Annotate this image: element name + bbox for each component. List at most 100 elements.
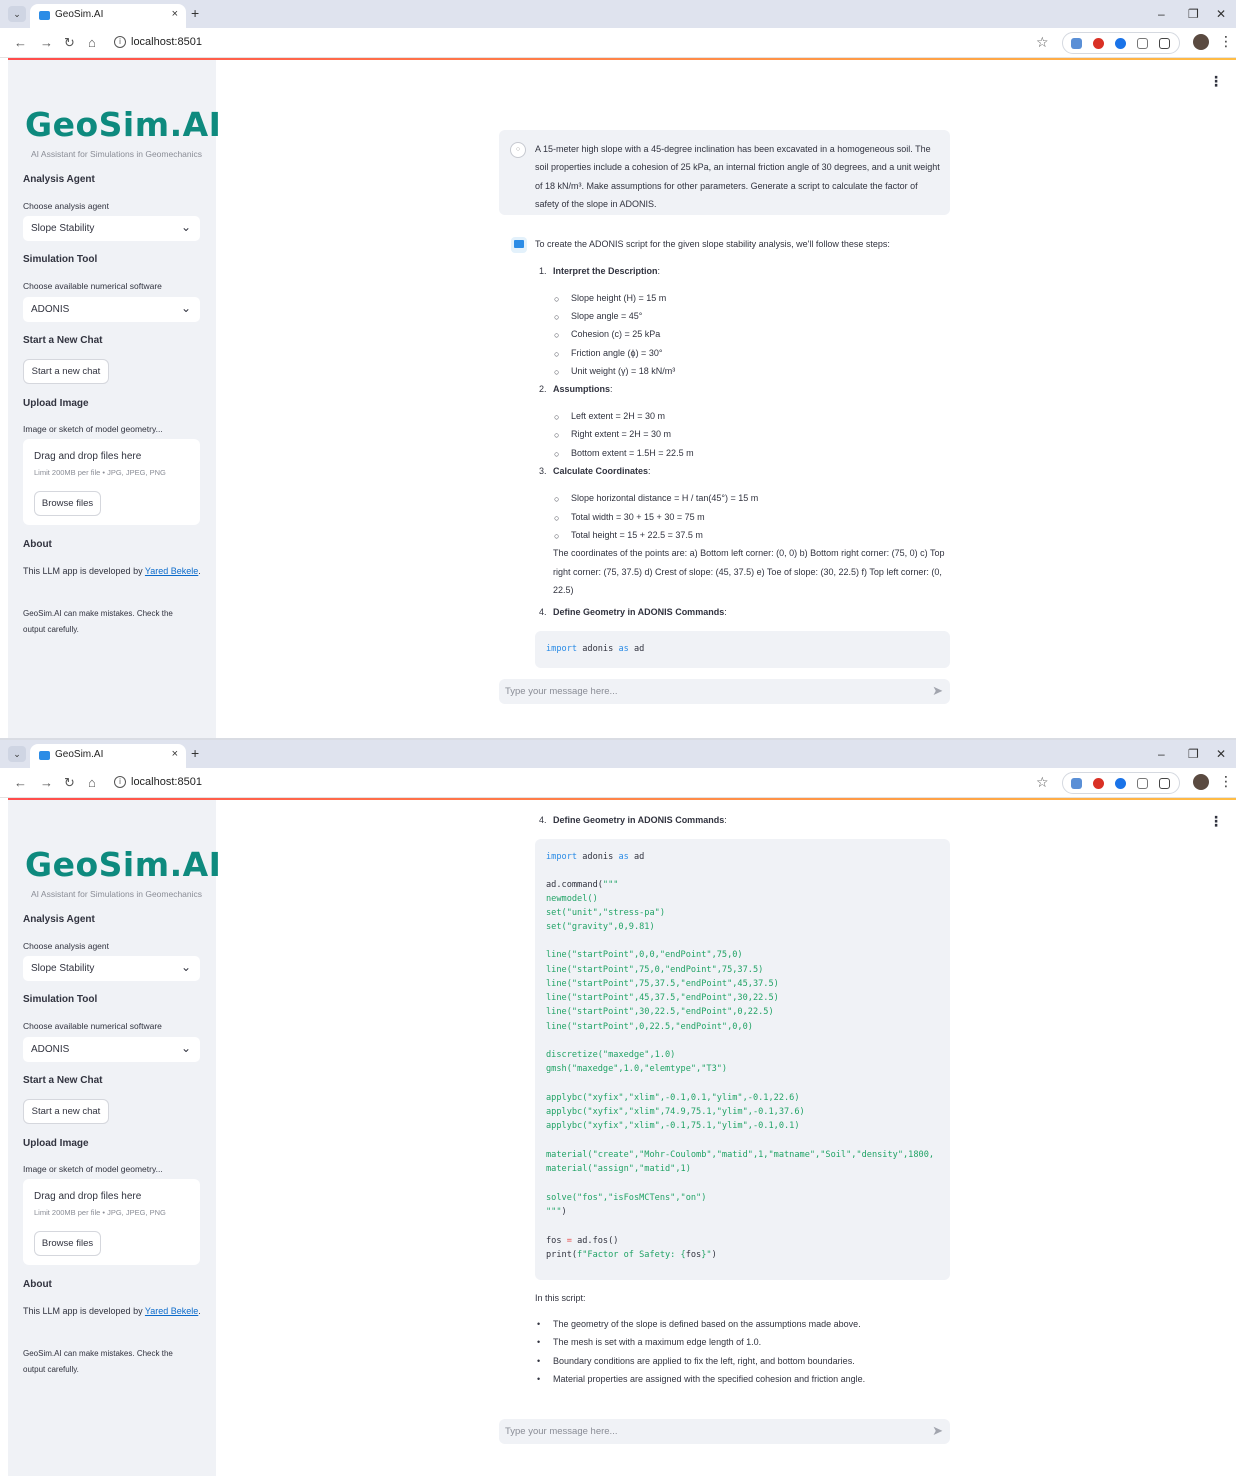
notes-extension-icon[interactable] <box>1137 38 1148 49</box>
simulation-tool-value: ADONIS <box>31 304 70 315</box>
back-icon[interactable]: ← <box>14 35 27 50</box>
chat-input[interactable]: Type your message here... ➤ <box>499 1419 950 1444</box>
bookmark-star-icon[interactable]: ☆ <box>1036 774 1049 791</box>
bookmark-star-icon[interactable]: ☆ <box>1036 34 1049 51</box>
author-link[interactable]: Yared Bekele <box>145 566 198 576</box>
tab-search-button[interactable]: ⌄ <box>8 746 26 762</box>
sidebar: GeoSim.AI AI Assistant for Simulations i… <box>8 800 221 1476</box>
shield-extension-icon[interactable] <box>1115 778 1126 789</box>
close-window-icon[interactable]: ✕ <box>1216 747 1226 761</box>
app-logo: GeoSim.AI <box>25 845 222 884</box>
new-tab-button[interactable]: + <box>191 746 199 760</box>
simulation-tool-select[interactable]: ADONIS ⌄ <box>23 1037 200 1062</box>
opera-extension-icon[interactable] <box>1093 778 1104 789</box>
forward-icon[interactable]: → <box>40 775 53 790</box>
upload-image-label: Image or sketch of model geometry... <box>23 1164 163 1174</box>
profile-avatar[interactable] <box>1193 34 1209 50</box>
browser-menu-icon[interactable]: ⋮ <box>1219 33 1233 50</box>
puzzle-extension-icon[interactable] <box>1159 778 1170 789</box>
translate-extension-icon[interactable] <box>1071 38 1082 49</box>
step-number: 3. <box>539 466 547 476</box>
upload-image-heading: Upload Image <box>23 398 89 409</box>
site-info-icon[interactable]: i <box>114 776 126 788</box>
browse-files-button[interactable]: Browse files <box>34 1231 101 1256</box>
bullet-icon: ○ <box>554 513 560 523</box>
analysis-agent-select[interactable]: Slope Stability ⌄ <box>23 216 200 241</box>
new-tab-button[interactable]: + <box>191 6 199 20</box>
list-item: Material properties are assigned with th… <box>553 1374 866 1384</box>
reload-icon[interactable]: ↻ <box>64 35 75 51</box>
code-line: ad.command(""" <box>546 880 619 890</box>
home-icon[interactable]: ⌂ <box>88 775 96 790</box>
code-block[interactable]: import adonis as ad ad.command(""" newmo… <box>535 839 950 1280</box>
close-tab-icon[interactable]: × <box>172 8 178 20</box>
code-line: line("startPoint",75,37.5,"endPoint",45,… <box>546 979 779 989</box>
browser-tab[interactable]: GeoSim.AI × <box>30 744 186 768</box>
shield-extension-icon[interactable] <box>1115 38 1126 49</box>
app-subtitle: AI Assistant for Simulations in Geomecha… <box>31 149 203 159</box>
about-text: This LLM app is developed by Yared Bekel… <box>23 1306 201 1316</box>
app-favicon-icon <box>39 751 50 760</box>
new-chat-heading: Start a New Chat <box>23 335 103 346</box>
restore-icon[interactable]: ❐ <box>1188 7 1199 21</box>
home-icon[interactable]: ⌂ <box>88 35 96 50</box>
reload-icon[interactable]: ↻ <box>64 775 75 791</box>
tab-strip: ⌄ GeoSim.AI × + – ❐ ✕ <box>0 740 1236 768</box>
step-number: 1. <box>539 266 547 276</box>
address-bar[interactable]: localhost:8501 <box>131 776 202 788</box>
code-block[interactable]: import adonis as ad <box>535 631 950 668</box>
analysis-agent-select[interactable]: Slope Stability ⌄ <box>23 956 200 981</box>
code-line: applybc("xyfix","xlim",-0.1,0.1,"ylim",-… <box>546 1093 800 1103</box>
sidebar: GeoSim.AI AI Assistant for Simulations i… <box>8 60 221 738</box>
simulation-tool-heading: Simulation Tool <box>23 994 98 1005</box>
bullet-icon: ○ <box>554 330 560 340</box>
close-window-icon[interactable]: ✕ <box>1216 7 1226 21</box>
chat-input-placeholder: Type your message here... <box>505 1426 618 1437</box>
start-new-chat-button[interactable]: Start a new chat <box>23 359 109 384</box>
puzzle-extension-icon[interactable] <box>1159 38 1170 49</box>
opera-extension-icon[interactable] <box>1093 38 1104 49</box>
bullet-icon: ○ <box>554 531 560 541</box>
notes-extension-icon[interactable] <box>1137 778 1148 789</box>
about-heading: About <box>23 539 52 550</box>
author-link[interactable]: Yared Bekele <box>145 1306 198 1316</box>
code-line: print(f"Factor of Safety: {fos}") <box>546 1250 717 1260</box>
file-dropzone[interactable]: Drag and drop files here Limit 200MB per… <box>23 439 200 525</box>
analysis-agent-heading: Analysis Agent <box>23 174 95 185</box>
file-dropzone[interactable]: Drag and drop files here Limit 200MB per… <box>23 1179 200 1265</box>
browse-files-button[interactable]: Browse files <box>34 491 101 516</box>
code-line: set("gravity",0,9.81) <box>546 922 655 932</box>
simulation-tool-select[interactable]: ADONIS ⌄ <box>23 297 200 322</box>
back-icon[interactable]: ← <box>14 775 27 790</box>
tab-strip: ⌄ GeoSim.AI × + – ❐ ✕ <box>0 0 1236 28</box>
translate-extension-icon[interactable] <box>1071 778 1082 789</box>
assistant-intro: To create the ADONIS script for the give… <box>535 239 890 249</box>
close-tab-icon[interactable]: × <box>172 748 178 760</box>
send-icon[interactable]: ➤ <box>932 1423 943 1439</box>
browser-tab[interactable]: GeoSim.AI × <box>30 4 186 28</box>
browser-window-2: ⌄ GeoSim.AI × + – ❐ ✕ ← → ↻ ⌂ i localhos… <box>0 740 1236 1476</box>
list-item: Total width = 30 + 15 + 30 = 75 m <box>571 512 705 522</box>
minimize-icon[interactable]: – <box>1158 747 1165 761</box>
analysis-agent-heading: Analysis Agent <box>23 914 95 925</box>
list-item: Bottom extent = 1.5H = 22.5 m <box>571 448 694 458</box>
bullet-icon: • <box>537 1337 541 1347</box>
bullet-icon: ○ <box>554 367 560 377</box>
send-icon[interactable]: ➤ <box>932 683 943 699</box>
profile-avatar[interactable] <box>1193 774 1209 790</box>
forward-icon[interactable]: → <box>40 35 53 50</box>
start-new-chat-button[interactable]: Start a new chat <box>23 1099 109 1124</box>
step-title: Calculate Coordinates: <box>553 466 651 476</box>
code-line: line("startPoint",45,37.5,"endPoint",30,… <box>546 993 779 1003</box>
site-info-icon[interactable]: i <box>114 36 126 48</box>
tab-search-button[interactable]: ⌄ <box>8 6 26 22</box>
minimize-icon[interactable]: – <box>1158 7 1165 21</box>
new-chat-heading: Start a New Chat <box>23 1075 103 1086</box>
browser-menu-icon[interactable]: ⋮ <box>1219 773 1233 790</box>
restore-icon[interactable]: ❐ <box>1188 747 1199 761</box>
address-bar[interactable]: localhost:8501 <box>131 36 202 48</box>
code-line: line("startPoint",75,0,"endPoint",75,37.… <box>546 965 764 975</box>
chat-input[interactable]: Type your message here... ➤ <box>499 679 950 704</box>
simulation-tool-heading: Simulation Tool <box>23 254 98 265</box>
bullet-icon: • <box>537 1356 541 1366</box>
